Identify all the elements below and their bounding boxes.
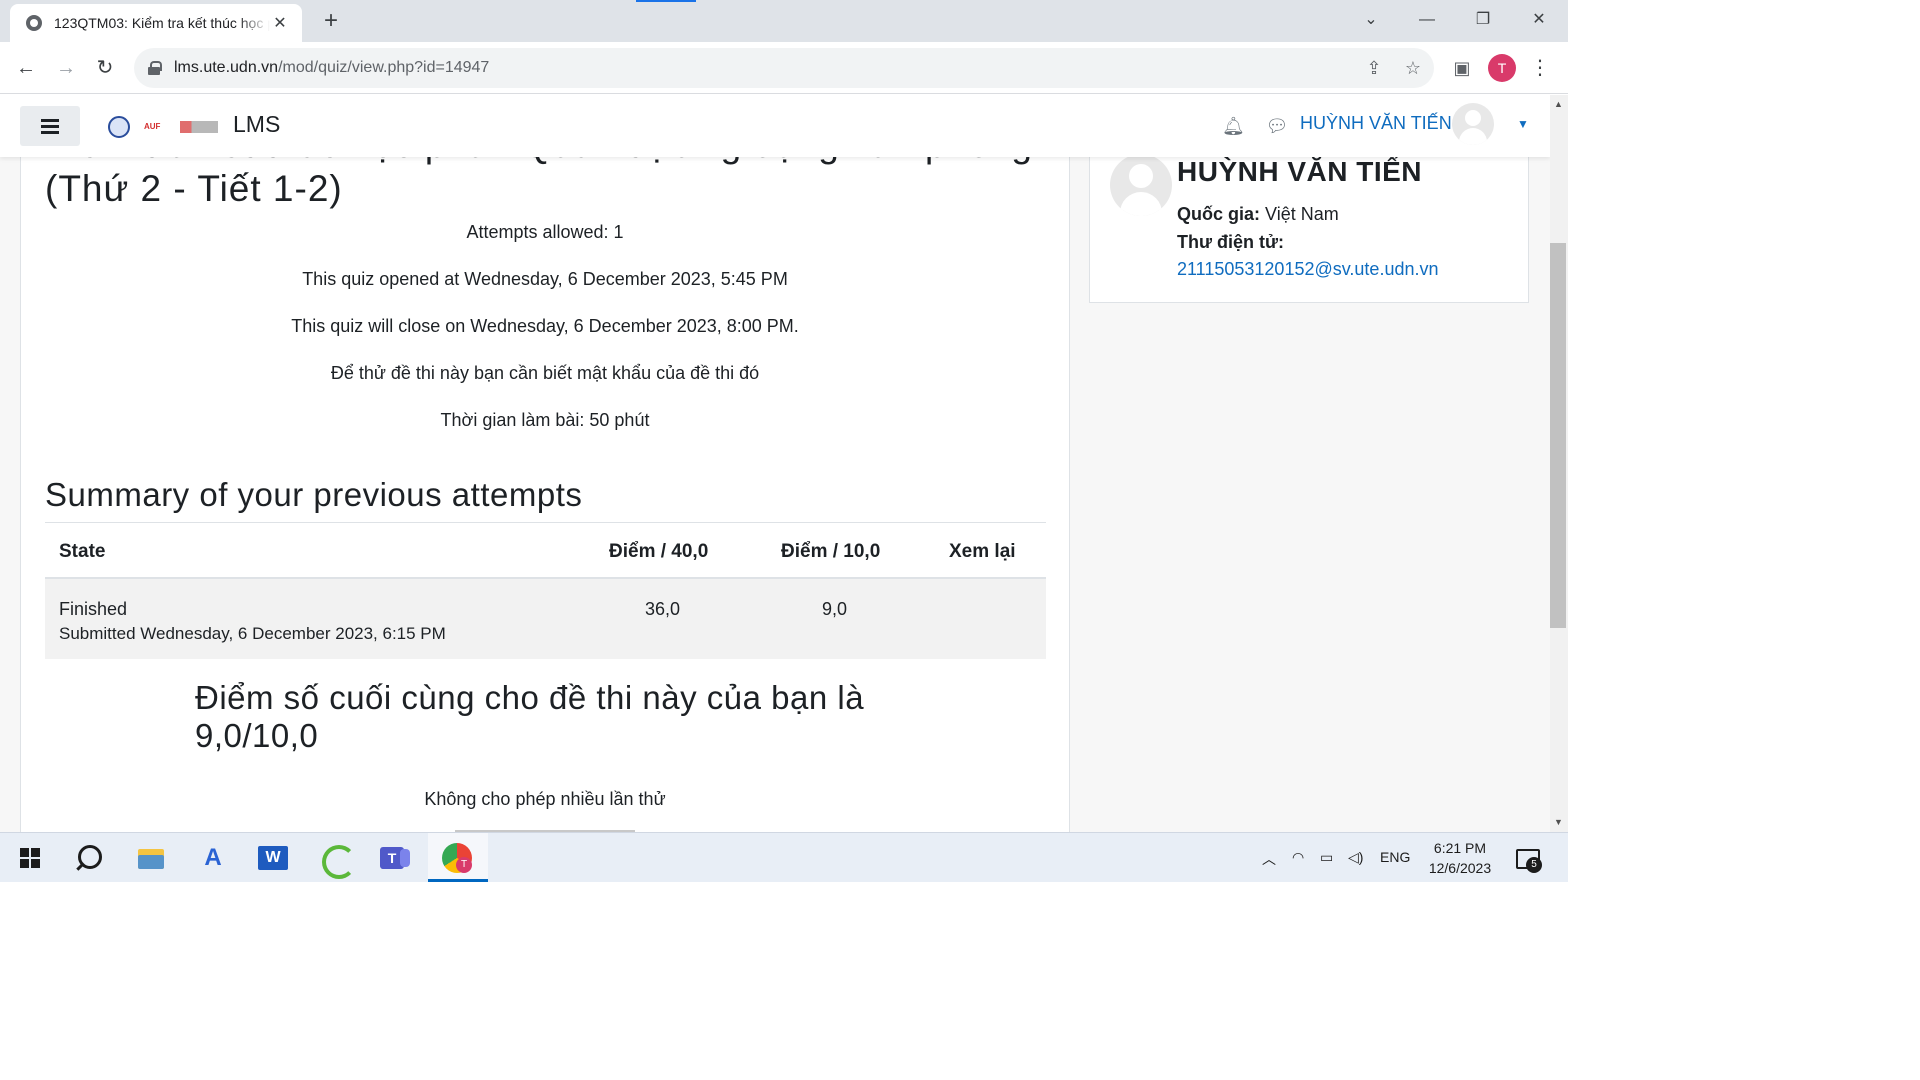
web-page: Kiểm tra kết thúc học phần Quản trị ứng … — [0, 95, 1550, 832]
browser-tab[interactable]: 123QTM03: Kiểm tra kết thúc học phần ✕ — [10, 4, 302, 42]
side-panel-icon[interactable]: ▣ — [1450, 56, 1474, 80]
time-limit: Thời gian làm bài: 50 phút — [440, 410, 650, 430]
university-logo — [108, 116, 130, 138]
tab-loading-indicator — [636, 0, 696, 2]
windows-start-icon[interactable] — [16, 841, 50, 875]
clock[interactable]: 6:21 PM 12/6/2023 — [1424, 838, 1496, 878]
attempt-marks: 36,0 — [645, 599, 681, 619]
close-tab-icon[interactable]: ✕ — [270, 13, 290, 33]
scrollbar-thumb[interactable] — [1550, 243, 1566, 628]
scroll-down-arrow-icon[interactable]: ▼ — [1554, 817, 1563, 827]
back-button[interactable]: ← — [12, 54, 40, 82]
browser-tab-bar: 123QTM03: Kiểm tra kết thúc học phần ✕ +… — [0, 0, 1568, 42]
column-header-grade: Điểm / 10,0 — [781, 541, 881, 562]
restore-button[interactable]: ❐ — [1463, 6, 1503, 34]
profile-avatar[interactable] — [1110, 154, 1172, 216]
reload-button[interactable]: ↻ — [91, 54, 119, 82]
teams-icon[interactable] — [378, 841, 412, 875]
user-menu-name[interactable]: HUỲNH VĂN TIẾN — [1300, 113, 1452, 134]
address-bar[interactable]: lms.ute.udn.vn/mod/quiz/view.php?id=1494… — [134, 48, 1434, 88]
country-value: Việt Nam — [1265, 204, 1339, 224]
no-more-attempts: Không cho phép nhiều lần thử — [424, 789, 666, 809]
battery-icon[interactable]: ▭ — [1320, 849, 1333, 866]
column-header-review: Xem lại — [949, 541, 1016, 562]
menu-toggle-button[interactable] — [20, 106, 80, 146]
lock-icon[interactable] — [148, 61, 162, 75]
app-store-icon[interactable]: A — [196, 841, 230, 875]
main-content: Kiểm tra kết thúc học phần Quản trị ứng … — [20, 95, 1070, 832]
attempts-allowed: Attempts allowed: 1 — [466, 222, 624, 242]
messages-icon[interactable]: 💬︎ — [1265, 115, 1289, 137]
chrome-icon[interactable] — [440, 841, 474, 875]
user-profile-block: HUỲNH VĂN TIẾN Quốc gia: Việt Nam Thư đi… — [1089, 135, 1529, 303]
tab-title: 123QTM03: Kiểm tra kết thúc học phần — [54, 15, 270, 31]
column-header-marks: Điểm / 40,0 — [609, 541, 709, 562]
language-indicator[interactable]: ENG — [1380, 849, 1410, 865]
new-tab-button[interactable]: + — [318, 8, 344, 34]
scroll-up-arrow-icon[interactable]: ▲ — [1554, 99, 1563, 109]
quiz-close-date: This quiz will close on Wednesday, 6 Dec… — [291, 316, 799, 336]
password-note: Để thử đề thi này bạn cần biết mật khẩu … — [330, 363, 760, 383]
partner-logo — [180, 121, 218, 133]
attempt-submitted: Submitted Wednesday, 6 December 2023, 6:… — [59, 624, 446, 643]
active-app-indicator — [428, 879, 488, 882]
auf-logo: AUF — [144, 121, 166, 133]
table-row: Finished Submitted Wednesday, 6 December… — [45, 579, 1046, 659]
quiz-title: (Thứ 2 - Tiết 1-2) — [45, 168, 343, 209]
windows-taskbar: A ︿ ◠ ▭ ◁) ENG 6:21 PM 12/6/2023 5 — [0, 832, 1568, 882]
notification-bell-icon[interactable]: 🔔︎ — [1222, 115, 1245, 137]
attempt-state: Finished — [59, 599, 128, 619]
table-header: State Điểm / 40,0 Điểm / 10,0 Xem lại — [45, 523, 1046, 579]
share-icon[interactable]: ⇪ — [1362, 56, 1386, 80]
minimize-button[interactable]: — — [1407, 6, 1447, 34]
browser-toolbar: ← → ↻ lms.ute.udn.vn/mod/quiz/view.php?i… — [0, 42, 1568, 94]
forward-button[interactable]: → — [52, 54, 80, 82]
page-scrollbar[interactable]: ▲ ▼ — [1550, 95, 1568, 832]
wifi-icon[interactable]: ◠ — [1292, 849, 1304, 866]
user-menu-caret-icon[interactable]: ▼ — [1517, 117, 1529, 131]
country-label: Quốc gia: — [1177, 204, 1261, 224]
profile-email-link[interactable]: 21115053120152@sv.ute.udn.vn — [1177, 259, 1438, 280]
profile-name[interactable]: HUỲNH VĂN TIẾN — [1177, 156, 1422, 188]
volume-icon[interactable]: ◁) — [1348, 849, 1363, 866]
bookmark-star-icon[interactable]: ☆ — [1401, 56, 1425, 80]
final-grade: Điểm số cuối cùng cho đề thi này của bạn… — [195, 679, 865, 754]
browser-menu-icon[interactable]: ⋮ — [1530, 54, 1550, 82]
notification-count-badge: 5 — [1526, 857, 1542, 873]
profile-email-label: Thư điện tử: — [1177, 232, 1285, 252]
search-icon[interactable] — [72, 841, 106, 875]
profile-country: Quốc gia: Việt Nam — [1177, 204, 1339, 225]
site-navbar: AUF LMS 🔔︎ 💬︎ HUỲNH VĂN TIẾN ▼ — [0, 95, 1550, 157]
profile-avatar-button[interactable]: T — [1488, 54, 1516, 82]
clock-time: 6:21 PM — [1433, 840, 1487, 856]
coccoc-browser-icon[interactable] — [318, 841, 356, 879]
user-avatar[interactable] — [1452, 103, 1494, 145]
word-icon[interactable] — [256, 841, 290, 875]
attempts-table: State Điểm / 40,0 Điểm / 10,0 Xem lại Fi… — [45, 522, 1046, 659]
site-name[interactable]: LMS — [233, 111, 280, 138]
globe-icon — [26, 15, 42, 31]
close-window-button[interactable]: ✕ — [1519, 6, 1559, 34]
site-logos[interactable]: AUF — [108, 115, 218, 139]
url-text[interactable]: lms.ute.udn.vn/mod/quiz/view.php?id=1494… — [174, 59, 489, 77]
show-hidden-icons-chevron-icon[interactable]: ︿ — [1262, 849, 1276, 869]
notification-center-icon[interactable]: 5 — [1516, 847, 1542, 873]
clock-date: 12/6/2023 — [1428, 860, 1492, 876]
attempt-grade: 9,0 — [822, 599, 848, 619]
file-explorer-icon[interactable] — [134, 841, 168, 875]
summary-heading: Summary of your previous attempts — [45, 476, 583, 513]
column-header-state: State — [59, 541, 106, 562]
tab-search-chevron-icon[interactable]: ⌄ — [1351, 6, 1391, 34]
quiz-open-date: This quiz opened at Wednesday, 6 Decembe… — [302, 269, 788, 289]
